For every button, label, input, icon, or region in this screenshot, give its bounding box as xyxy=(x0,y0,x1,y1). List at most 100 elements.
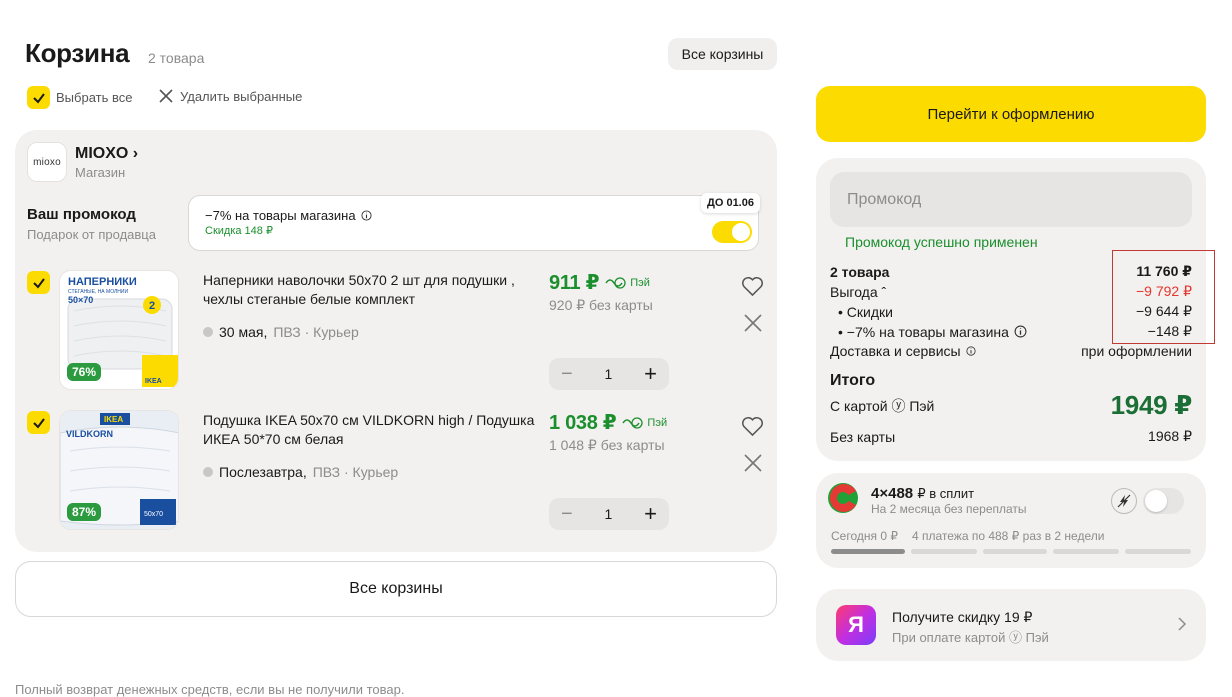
split-schedule-text: 4 платежа по 488 ₽ раз в 2 недели xyxy=(911,529,1105,543)
delivery-row-label: Доставка и сервисы xyxy=(830,343,976,359)
promo-code-input[interactable] xyxy=(830,172,1192,227)
shop-promo-box xyxy=(188,195,759,251)
shop-promo-discount: Скидка 148 ₽ xyxy=(205,225,273,237)
delivery-date: 30 мая, xyxy=(219,324,268,340)
info-icon[interactable] xyxy=(966,346,976,356)
price-with-card: 1 038 ₽ xyxy=(549,412,617,434)
discount-badge: 87% xyxy=(67,503,102,521)
summary-items-label: 2 товара xyxy=(830,263,890,280)
total-with-card-row: С картой ⓨ Пэй 1949 ₽ xyxy=(830,390,1192,421)
lightning-off-icon[interactable] xyxy=(1111,488,1137,514)
delivery-dot-icon xyxy=(203,327,213,337)
split-progress-segment xyxy=(983,549,1047,554)
heart-icon[interactable] xyxy=(741,276,764,297)
pay-label: Пэй xyxy=(605,277,650,289)
heart-icon[interactable] xyxy=(741,416,764,437)
item-checkbox[interactable] xyxy=(27,271,50,294)
pay-label-text: Пэй xyxy=(647,417,668,429)
price-without-card: 1 048 ₽ без карты xyxy=(549,437,665,453)
item-checkbox[interactable] xyxy=(27,411,50,434)
image-size-text: 50x70 xyxy=(144,511,163,518)
shop-promo-description: −7% на товары магазина xyxy=(205,208,372,223)
refund-note: Полный возврат денежных средств, если вы… xyxy=(15,682,405,697)
increase-quantity-button[interactable]: + xyxy=(644,361,657,387)
chevron-right-icon[interactable] xyxy=(1177,616,1187,637)
product-title-link[interactable]: Наперники наволочки 50x70 2 шт для подуш… xyxy=(203,271,543,309)
info-icon[interactable] xyxy=(1014,325,1027,338)
summary-delivery-row: Доставка и сервисы при оформлении xyxy=(830,343,1192,359)
price-with-card: 911 ₽ xyxy=(549,272,600,294)
image-number-text: 2 xyxy=(149,300,155,312)
discount-badge: 76% xyxy=(67,363,102,381)
image-brand-text: IKEA xyxy=(145,378,162,385)
remove-item-icon[interactable] xyxy=(744,314,762,332)
split-schedule: Сегодня 0 ₽ 4 платежа по 488 ₽ раз в 2 н… xyxy=(831,529,1104,543)
promo-success-message: Промокод успешно применен xyxy=(845,234,1038,250)
split-progress-segment xyxy=(911,549,977,554)
check-icon xyxy=(32,417,45,429)
split-progress-segment xyxy=(831,549,905,554)
bonus-title: Получите скидку 19 ₽ xyxy=(892,609,1033,625)
item-price: 1 038 ₽ Пэй xyxy=(549,410,667,435)
items-count: 2 товара xyxy=(148,50,205,66)
close-icon xyxy=(159,89,173,103)
pay-label: Пэй xyxy=(622,417,667,429)
checkout-button[interactable]: Перейти к оформлению xyxy=(816,86,1206,142)
split-title: 4×488 ₽ в сплит xyxy=(871,485,974,502)
all-carts-bottom-button[interactable]: Все корзины xyxy=(15,561,777,617)
info-icon[interactable] xyxy=(361,210,372,221)
delivery-info: Послезавтра, ПВЗ · Курьер xyxy=(203,464,398,480)
image-brand-text: IKEA xyxy=(104,415,123,424)
delivery-services-value: при оформлении xyxy=(1081,343,1192,359)
image-title-text: VILDKORN xyxy=(66,429,113,439)
split-logo-icon xyxy=(828,483,858,513)
delivery-date: Послезавтра, xyxy=(219,464,307,480)
shop-logo[interactable]: mioxo xyxy=(27,142,67,182)
delivery-dot-icon xyxy=(203,467,213,477)
price-without-card: 920 ₽ без карты xyxy=(549,297,653,313)
split-toggle[interactable] xyxy=(1143,488,1184,514)
quantity-stepper: − 1 + xyxy=(549,358,669,390)
pay-label-text: Пэй xyxy=(630,277,650,289)
toggle-knob xyxy=(1145,490,1167,512)
yandex-pay-logo: Я xyxy=(836,605,876,645)
benefit-toggle[interactable]: Выгода ˆ xyxy=(830,284,886,300)
page-title: Корзина xyxy=(25,38,130,68)
split-today: Сегодня 0 ₽ xyxy=(831,529,898,543)
shop-promo-row-label: • −7% на товары магазина xyxy=(838,324,1027,340)
without-card-label: Без карты xyxy=(830,428,896,445)
promo-subtitle: Подарок от продавца xyxy=(27,227,156,242)
delivery-methods: ПВЗ · Курьер xyxy=(312,464,399,480)
all-carts-button[interactable]: Все корзины xyxy=(668,38,777,70)
check-icon xyxy=(32,277,45,289)
pay-card-icon xyxy=(605,277,626,289)
bonus-subtitle: При оплате картой ⓨ Пэй xyxy=(892,630,1049,645)
pay-card-icon xyxy=(622,417,644,429)
shop-promo-text: −7% на товары магазина xyxy=(205,208,356,223)
increase-quantity-button[interactable]: + xyxy=(644,501,657,527)
quantity-value: 1 xyxy=(604,506,613,522)
item-price: 911 ₽ Пэй xyxy=(549,270,650,295)
image-title-text: НАПЕРНИКИ xyxy=(68,276,137,288)
total-without-card-row: Без карты 1968 ₽ xyxy=(830,428,1192,445)
decrease-quantity-button[interactable]: − xyxy=(561,363,573,386)
checkbox-checked-icon[interactable] xyxy=(27,86,50,109)
image-size-text: 50×70 xyxy=(68,295,93,305)
delivery-info: 30 мая, ПВЗ · Курьер xyxy=(203,324,359,340)
select-all-checkbox[interactable]: Выбрать все xyxy=(27,86,132,109)
total-without-card-value: 1968 ₽ xyxy=(1148,428,1192,444)
shop-promo-toggle[interactable] xyxy=(712,221,752,243)
shop-type-label: Магазин xyxy=(75,165,126,180)
split-amount-suffix: ₽ в сплит xyxy=(917,486,975,501)
product-title-link[interactable]: Подушка IKEA 50x70 см VILDKORN high / По… xyxy=(203,411,543,449)
remove-item-icon[interactable] xyxy=(744,454,762,472)
total-with-card-value: 1949 ₽ xyxy=(1110,390,1193,420)
delivery-methods: ПВЗ · Курьер xyxy=(273,324,359,340)
shop-name-link[interactable]: MIOXO › xyxy=(75,145,138,163)
toggle-knob xyxy=(732,223,750,241)
delete-selected-button[interactable]: Удалить выбранные xyxy=(158,88,302,104)
decrease-quantity-button[interactable]: − xyxy=(561,503,573,526)
quantity-stepper: − 1 + xyxy=(549,498,669,530)
promo-title: Ваш промокод xyxy=(27,206,136,223)
with-card-label: С картой ⓨ Пэй xyxy=(830,397,935,414)
